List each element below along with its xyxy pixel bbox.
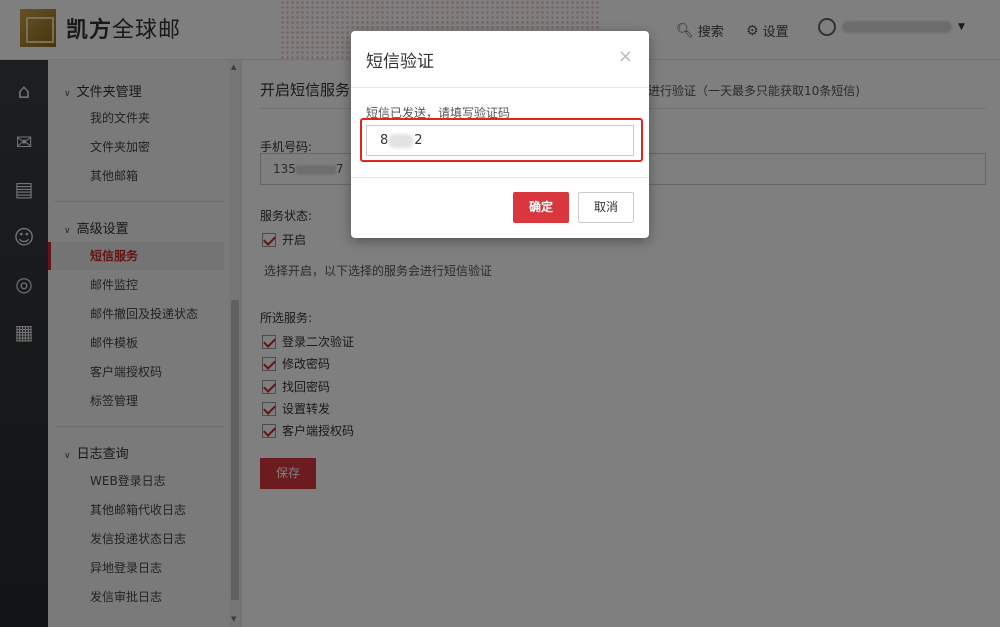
cancel-button[interactable]: 取消: [578, 192, 634, 223]
dialog-divider: [351, 177, 649, 178]
close-icon[interactable]: ×: [618, 46, 633, 67]
dialog-title: 短信验证: [366, 52, 434, 72]
code-redacted: [388, 133, 415, 148]
verification-code-input[interactable]: 82: [366, 125, 634, 156]
confirm-button[interactable]: 确定: [513, 192, 569, 223]
sms-verify-dialog: 短信验证 × 短信已发送，请填写验证码 82 确定 取消: [351, 31, 649, 238]
dialog-divider: [351, 87, 649, 88]
